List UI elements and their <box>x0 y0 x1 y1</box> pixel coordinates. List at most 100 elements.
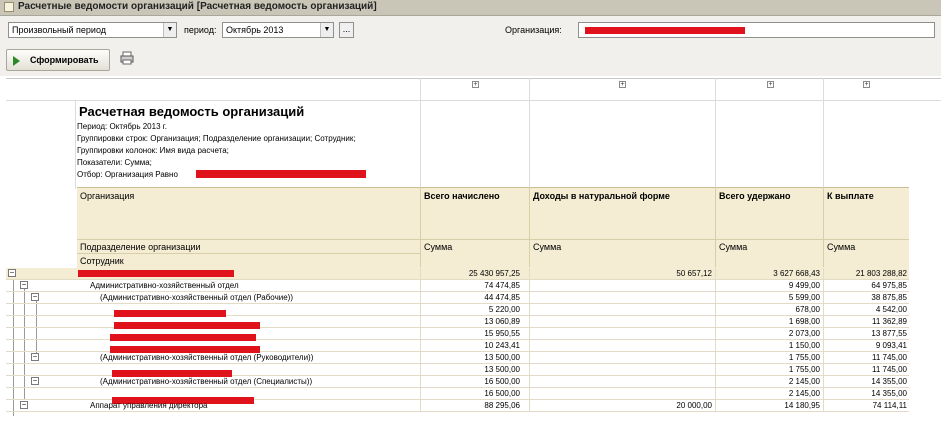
collapse-group-icon[interactable]: − <box>31 377 39 385</box>
report-column-groups: Группировки колонок: Имя вида расчета; <box>77 146 229 155</box>
row-value-c3: 9 499,00 <box>788 281 820 290</box>
row-label: (Административно-хозяйственный отдел (Ру… <box>100 353 314 362</box>
table-row[interactable]: − Административно-хозяйственный отдел 74 4… <box>6 280 909 292</box>
row-value-c3: 1 755,00 <box>788 353 820 362</box>
row-label: Административно-хозяйственный отдел <box>90 281 239 290</box>
report-period: Период: Октябрь 2013 г. <box>77 122 167 131</box>
cell-divider <box>529 316 530 328</box>
generate-report-label: Сформировать <box>30 55 99 65</box>
report-filter: Отбор: Организация Равно <box>77 170 178 179</box>
cell-divider <box>420 280 421 292</box>
header-divider <box>529 187 530 267</box>
chevron-down-icon[interactable]: ▼ <box>163 23 176 37</box>
row-value-c1: 25 430 957,25 <box>468 269 520 278</box>
header-department: Подразделение организации <box>80 242 201 252</box>
header-divider <box>77 253 420 254</box>
header-income-in-kind: Доходы в натуральной форме <box>533 191 670 201</box>
cell-divider <box>529 328 530 340</box>
cell-divider <box>715 364 716 376</box>
cell-divider <box>529 364 530 376</box>
row-value-c3: 1 698,00 <box>788 317 820 326</box>
cell-divider <box>420 352 421 364</box>
row-value-c3: 1 755,00 <box>788 365 820 374</box>
row-value-c3: 2 145,00 <box>788 389 820 398</box>
row-value-c1: 88 295,06 <box>484 401 520 410</box>
cell-divider <box>823 304 824 316</box>
header-to-pay: К выплате <box>827 191 874 201</box>
redacted-organization-name <box>585 27 745 34</box>
row-value-c4: 11 362,89 <box>872 317 907 326</box>
cell-divider <box>715 268 716 280</box>
cell-divider <box>715 280 716 292</box>
report-title: Расчетная ведомость организаций <box>79 104 305 119</box>
row-value-c1: 44 474,85 <box>484 293 520 302</box>
cell-divider <box>823 364 824 376</box>
grid-divider <box>75 100 76 189</box>
row-value-c1: 13 500,00 <box>484 365 520 374</box>
row-value-c4: 11 745,00 <box>872 353 907 362</box>
collapse-group-icon[interactable]: − <box>31 353 39 361</box>
row-value-c1: 16 500,00 <box>484 377 520 386</box>
period-type-select[interactable]: Произвольный период ▼ <box>8 22 177 38</box>
report-row-groups: Группировки строк: Организация; Подразде… <box>77 134 356 143</box>
print-icon[interactable] <box>120 51 134 65</box>
row-value-c1: 16 500,00 <box>484 389 520 398</box>
expand-column-icon[interactable]: + <box>472 81 479 88</box>
cell-divider <box>823 292 824 304</box>
row-value-c4: 13 877,55 <box>871 329 907 338</box>
row-label: (Административно-хозяйственный отдел (Сп… <box>100 377 313 386</box>
row-value-c4: 11 745,00 <box>872 365 907 374</box>
period-value-select[interactable]: Октябрь 2013 ▼ <box>222 22 334 38</box>
expand-column-icon[interactable]: + <box>767 81 774 88</box>
table-row[interactable]: − (Административно-хозяйственный отдел (С… <box>6 376 909 388</box>
header-sum: Сумма <box>533 242 562 252</box>
row-label: Аппарат управления директора <box>90 401 208 410</box>
collapse-group-icon[interactable]: − <box>20 401 28 409</box>
report-indicators: Показатели: Сумма; <box>77 158 152 167</box>
cell-divider <box>420 340 421 352</box>
cell-divider <box>420 388 421 400</box>
period-label: период: <box>184 25 217 35</box>
collapse-group-icon[interactable]: − <box>31 293 39 301</box>
cell-divider <box>715 328 716 340</box>
cell-divider <box>420 400 421 412</box>
cell-divider <box>420 316 421 328</box>
collapse-group-icon[interactable]: − <box>8 269 16 277</box>
row-value-c1: 15 950,55 <box>484 329 520 338</box>
period-picker-button[interactable]: ... <box>339 22 354 38</box>
row-value-c3: 1 150,00 <box>788 341 820 350</box>
cell-divider <box>715 400 716 412</box>
table-row[interactable]: − Аппарат управления директора 88 295,06 20… <box>6 400 909 412</box>
header-divider <box>420 187 421 267</box>
collapse-group-icon[interactable]: − <box>20 281 28 289</box>
row-value-c1: 13 060,89 <box>484 317 520 326</box>
cell-divider <box>715 388 716 400</box>
row-value-c4: 14 355,00 <box>871 389 907 398</box>
grid-divider <box>6 100 941 101</box>
row-value-c2: 50 657,12 <box>676 269 712 278</box>
expand-column-icon[interactable]: + <box>619 81 626 88</box>
cell-divider <box>420 376 421 388</box>
row-value-c1: 13 500,00 <box>484 353 520 362</box>
cell-divider <box>823 388 824 400</box>
cell-divider <box>823 400 824 412</box>
header-total-accrued: Всего начислено <box>424 191 500 201</box>
row-value-c4: 74 114,11 <box>872 401 907 410</box>
header-sum: Сумма <box>719 242 748 252</box>
row-value-c4: 64 975,85 <box>871 281 907 290</box>
grid-divider <box>823 78 824 189</box>
chevron-down-icon[interactable]: ▼ <box>320 23 333 37</box>
grid-divider <box>420 78 421 189</box>
cell-divider <box>420 304 421 316</box>
row-value-c4: 4 542,00 <box>875 305 907 314</box>
table-row[interactable]: − (Административно-хозяйственный отдел (Р… <box>6 292 909 304</box>
period-type-value: Произвольный период <box>12 25 106 35</box>
expand-column-icon[interactable]: + <box>863 81 870 88</box>
cell-divider <box>715 376 716 388</box>
header-divider <box>823 187 824 267</box>
generate-report-button[interactable]: Сформировать <box>6 49 110 71</box>
organization-field[interactable] <box>578 22 935 38</box>
cell-divider <box>529 304 530 316</box>
row-value-c3: 5 599,00 <box>788 293 820 302</box>
table-row[interactable]: − (Административно-хозяйственный отдел (Р… <box>6 352 909 364</box>
